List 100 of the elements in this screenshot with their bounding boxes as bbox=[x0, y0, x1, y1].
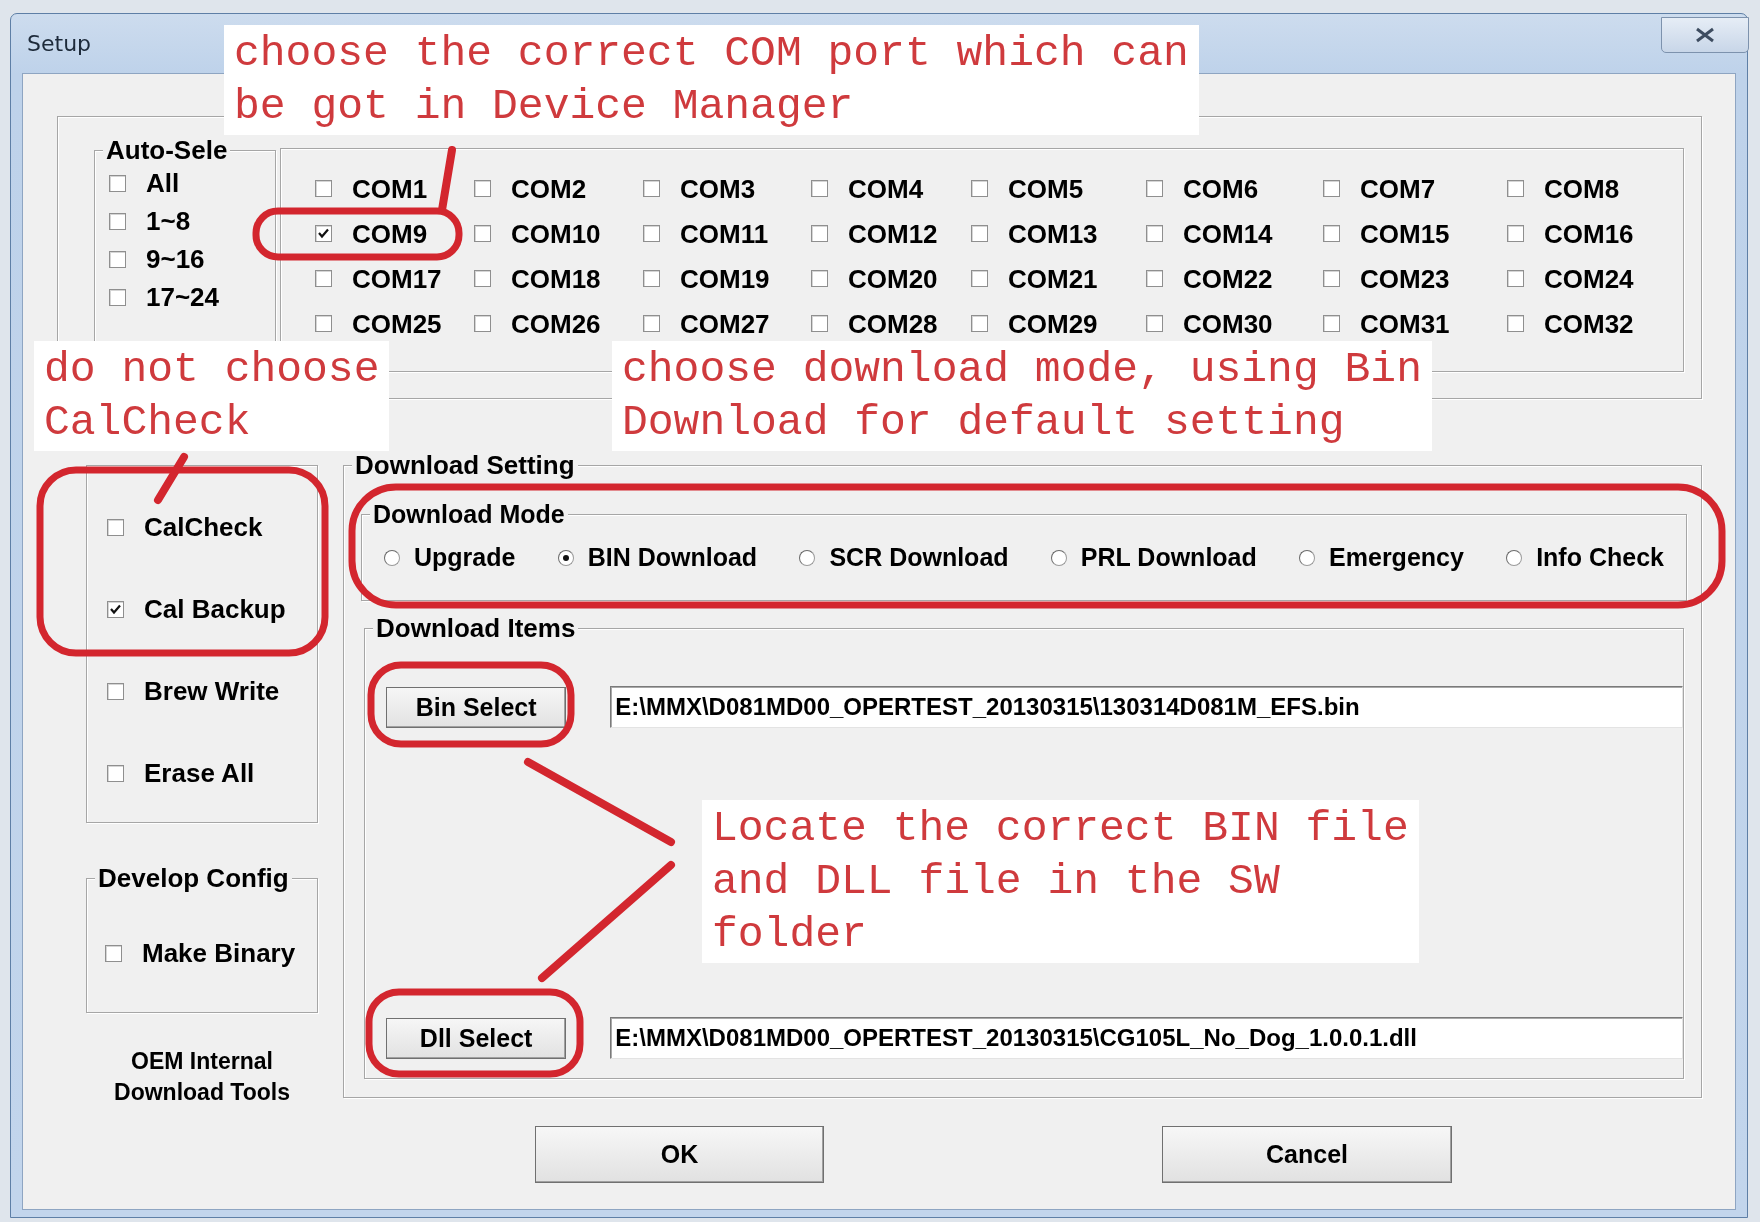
checkbox[interactable] bbox=[643, 315, 660, 332]
checkbox-label: Make Binary bbox=[142, 938, 296, 968]
checkbox[interactable] bbox=[811, 180, 828, 197]
checkbox[interactable] bbox=[1323, 315, 1340, 332]
checkbox[interactable] bbox=[109, 288, 126, 306]
checkbox[interactable] bbox=[315, 225, 332, 242]
checkbox-label: COM29 bbox=[1008, 308, 1098, 339]
checkbox[interactable] bbox=[105, 944, 122, 962]
checkbox[interactable] bbox=[474, 180, 491, 197]
checkbox-label: COM7 bbox=[1360, 173, 1436, 204]
checkbox-label: COM19 bbox=[680, 263, 770, 294]
checkbox-label: COM17 bbox=[352, 263, 442, 294]
checkbox[interactable] bbox=[107, 764, 124, 782]
checkbox[interactable] bbox=[1507, 225, 1524, 242]
checkbox[interactable] bbox=[107, 600, 124, 618]
file-path-field[interactable]: E:\MMX\D081MD00_OPERTEST_20130315\130314D081M_EFS.bin bbox=[610, 686, 1683, 728]
radio-button[interactable] bbox=[799, 549, 816, 566]
radio-label: Emergency bbox=[1329, 543, 1464, 572]
checkbox-label: COM24 bbox=[1544, 263, 1634, 294]
checkbox-label: 1~8 bbox=[146, 206, 191, 236]
checkbox[interactable] bbox=[315, 180, 332, 197]
checkbox-label: COM3 bbox=[680, 173, 756, 204]
checkbox[interactable] bbox=[1146, 315, 1163, 332]
checkbox[interactable] bbox=[1323, 225, 1340, 242]
checkbox-label: 17~24 bbox=[146, 282, 220, 312]
checkbox-label: COM14 bbox=[1183, 218, 1273, 249]
checkbox[interactable] bbox=[643, 225, 660, 242]
checkbox-label: COM26 bbox=[511, 308, 601, 339]
checkbox-label: All bbox=[146, 168, 180, 198]
checkbox-label: COM20 bbox=[848, 263, 938, 294]
checkbox[interactable] bbox=[1507, 315, 1524, 332]
checkbox[interactable] bbox=[315, 315, 332, 332]
checkbox[interactable] bbox=[109, 250, 126, 268]
checkbox-label: COM30 bbox=[1183, 308, 1273, 339]
checkbox-label: COM4 bbox=[848, 173, 924, 204]
checkbox[interactable] bbox=[315, 270, 332, 287]
checkbox-label: Brew Write bbox=[144, 676, 280, 706]
checkbox[interactable] bbox=[971, 270, 988, 287]
checkbox-label: COM9 bbox=[352, 218, 428, 249]
radio-button[interactable] bbox=[384, 549, 400, 566]
checkbox-label: COM28 bbox=[848, 308, 938, 339]
checkbox[interactable] bbox=[643, 270, 660, 287]
annotation-note: do not choose CalCheck bbox=[34, 341, 390, 451]
checkbox[interactable] bbox=[107, 518, 124, 536]
annotation-note: choose the correct COM port which can be got in Device Manager bbox=[224, 25, 1199, 135]
checkbox[interactable] bbox=[474, 225, 491, 242]
checkbox[interactable] bbox=[1507, 270, 1524, 287]
checkbox-label: COM16 bbox=[1544, 218, 1634, 249]
radio-button[interactable] bbox=[1506, 549, 1523, 566]
radio-button[interactable] bbox=[557, 549, 574, 566]
radio-label: Upgrade bbox=[414, 543, 516, 572]
checkbox[interactable] bbox=[107, 682, 124, 700]
file-select-button[interactable]: Dll Select bbox=[386, 1017, 567, 1059]
checkbox[interactable] bbox=[109, 174, 126, 192]
checkbox[interactable] bbox=[1323, 180, 1340, 197]
checkbox[interactable] bbox=[971, 180, 988, 197]
checkbox[interactable] bbox=[109, 212, 126, 230]
checkbox[interactable] bbox=[811, 315, 828, 332]
checkbox-label: COM15 bbox=[1360, 218, 1450, 249]
footer-text: OEM Internal Download Tools bbox=[113, 1047, 291, 1107]
file-select-button[interactable]: Bin Select bbox=[386, 686, 567, 728]
ok-button[interactable]: OK bbox=[535, 1126, 824, 1183]
checkbox[interactable] bbox=[1507, 180, 1524, 197]
radio-label: SCR Download bbox=[829, 543, 1009, 572]
radio-label: BIN Download bbox=[587, 543, 758, 572]
close-button[interactable] bbox=[1661, 17, 1749, 53]
checkbox[interactable] bbox=[1146, 270, 1163, 287]
checkbox-label: Cal Backup bbox=[144, 594, 286, 624]
radio-label: PRL Download bbox=[1080, 543, 1257, 572]
checkbox-label: COM31 bbox=[1360, 308, 1450, 339]
cancel-button[interactable]: Cancel bbox=[1162, 1126, 1452, 1183]
checkbox[interactable] bbox=[971, 225, 988, 242]
radio-button[interactable] bbox=[1299, 549, 1316, 566]
checkbox[interactable] bbox=[1323, 270, 1340, 287]
checkbox[interactable] bbox=[1146, 225, 1163, 242]
checkbox[interactable] bbox=[474, 270, 491, 287]
checkbox-label: COM21 bbox=[1008, 263, 1098, 294]
checkbox-label: Erase All bbox=[144, 758, 255, 788]
checkbox-label: COM23 bbox=[1360, 263, 1450, 294]
checkbox[interactable] bbox=[811, 225, 828, 242]
radio-button[interactable] bbox=[1050, 549, 1067, 566]
checkbox[interactable] bbox=[474, 315, 491, 332]
checkbox[interactable] bbox=[643, 180, 660, 197]
checkbox-label: COM10 bbox=[511, 218, 601, 249]
checkbox-label: COM27 bbox=[680, 308, 770, 339]
radio-label: Info Check bbox=[1536, 543, 1664, 572]
annotation-note: choose download mode, using Bin Download for default setting bbox=[612, 341, 1432, 451]
checkbox-label: COM22 bbox=[1183, 263, 1273, 294]
checkbox-label: COM13 bbox=[1008, 218, 1098, 249]
checkbox-label: COM25 bbox=[352, 308, 442, 339]
close-icon bbox=[1694, 27, 1716, 43]
checkbox[interactable] bbox=[971, 315, 988, 332]
checkbox[interactable] bbox=[1146, 180, 1163, 197]
checkbox-label: COM5 bbox=[1008, 173, 1084, 204]
checkbox-label: COM2 bbox=[511, 173, 587, 204]
checkbox-label: COM1 bbox=[352, 173, 428, 204]
annotation-note: Locate the correct BIN file and DLL file in the SW folder bbox=[702, 800, 1419, 963]
checkbox[interactable] bbox=[811, 270, 828, 287]
window-title: Setup bbox=[27, 31, 92, 56]
file-path-field[interactable]: E:\MMX\D081MD00_OPERTEST_20130315\CG105L_No_Dog_1.0.0.1.dll bbox=[610, 1017, 1683, 1059]
